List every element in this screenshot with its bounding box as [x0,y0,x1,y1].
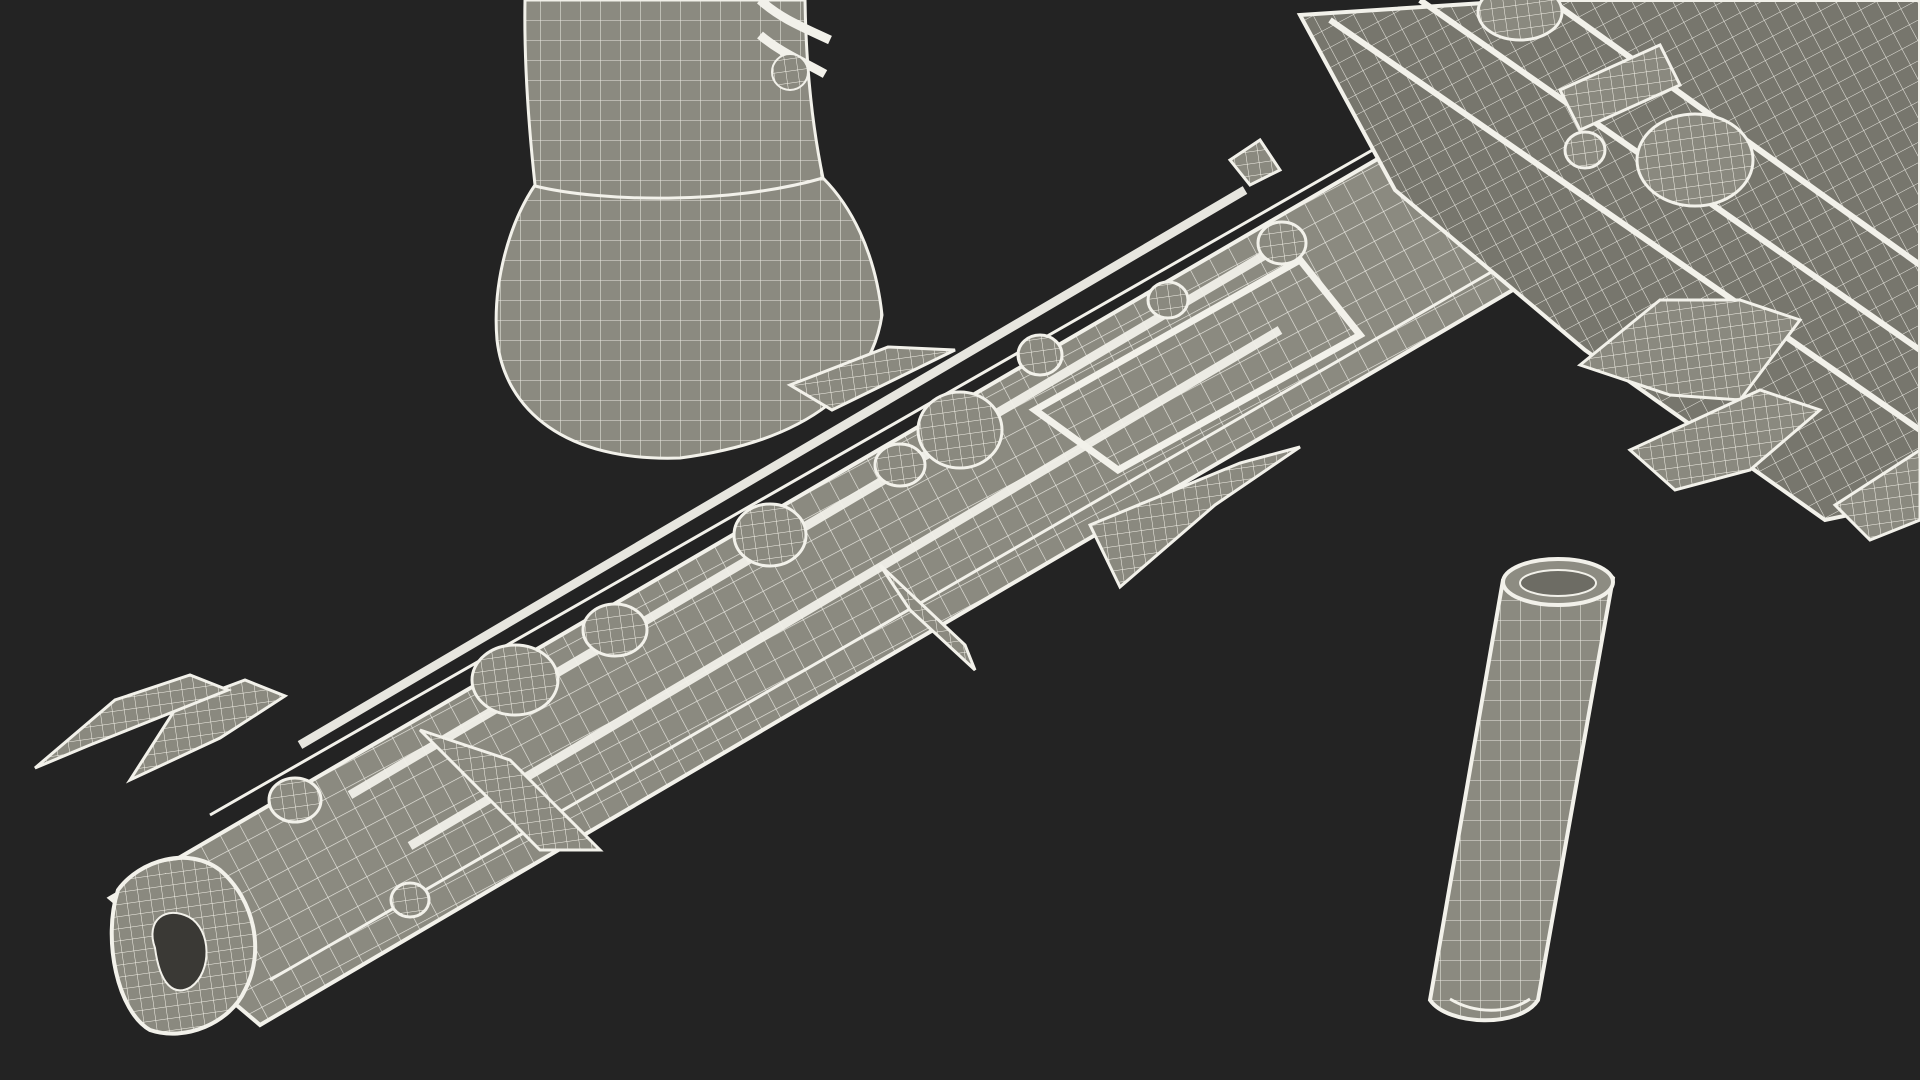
render-viewport [0,0,1920,1080]
wireframe-scene [34,0,1920,1036]
clarinet-barrel-tube [1427,557,1616,1023]
